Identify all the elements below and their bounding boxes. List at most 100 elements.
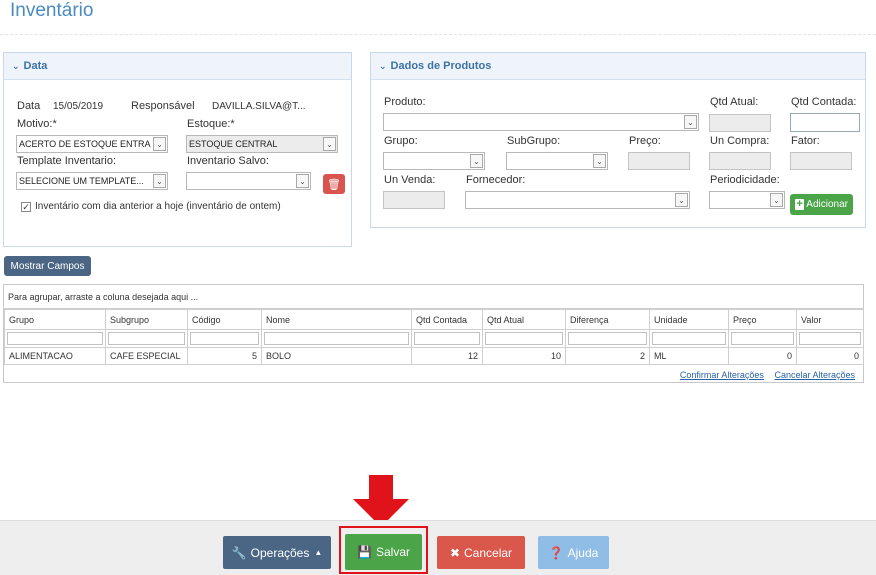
chevron-down-icon: ⌄ bbox=[296, 174, 309, 188]
chevron-down-icon: ⌄ bbox=[675, 193, 688, 207]
adicionar-label: Adicionar bbox=[806, 199, 848, 210]
cell-valor[interactable]: 0 bbox=[796, 347, 864, 365]
filter-input[interactable] bbox=[731, 332, 794, 345]
table-row[interactable]: ALIMENTACAO CAFE ESPECIAL 5 BOLO 12 10 2… bbox=[4, 347, 864, 365]
column-header[interactable]: Subgrupo bbox=[105, 309, 188, 330]
preco-label: Preço: bbox=[629, 135, 661, 147]
chevron-down-icon: ⌄ bbox=[684, 115, 697, 129]
cell-unidade[interactable]: ML bbox=[649, 347, 729, 365]
column-header[interactable]: Diferença bbox=[565, 309, 650, 330]
qtd-contada-input[interactable] bbox=[790, 113, 860, 132]
cell-preco[interactable]: 0 bbox=[728, 347, 797, 365]
filter-input[interactable] bbox=[799, 332, 861, 345]
fator-field bbox=[790, 152, 852, 170]
filter-input[interactable] bbox=[568, 332, 647, 345]
fornecedor-select[interactable]: ⌄ bbox=[465, 191, 690, 209]
page-title: Inventário bbox=[10, 0, 94, 21]
filter-input[interactable] bbox=[652, 332, 726, 345]
mostrar-campos-button[interactable]: Mostrar Campos bbox=[4, 256, 91, 276]
filter-input[interactable] bbox=[414, 332, 480, 345]
filter-input[interactable] bbox=[7, 332, 103, 345]
produtos-panel-title: Dados de Produtos bbox=[390, 60, 492, 72]
confirmar-alteracoes-link[interactable]: Confirmar Alterações bbox=[680, 370, 764, 380]
chevron-down-icon: ⌄ bbox=[323, 137, 336, 151]
inventario-salvo-select[interactable]: ⌄ bbox=[186, 172, 311, 190]
column-header[interactable]: Qtd Contada bbox=[411, 309, 483, 330]
filter-input[interactable] bbox=[264, 332, 409, 345]
produtos-panel-header[interactable]: ⌄ Dados de Produtos bbox=[371, 53, 865, 80]
chevron-down-icon: ⌄ bbox=[153, 174, 166, 188]
operacoes-button[interactable]: 🔧 Operações ▲ bbox=[223, 536, 331, 569]
cell-grupo[interactable]: ALIMENTACAO bbox=[4, 347, 106, 365]
trash-icon: 🗑 bbox=[327, 178, 341, 191]
delete-inventario-button[interactable]: 🗑 bbox=[323, 174, 345, 194]
grid-header-row: Grupo Subgrupo Código Nome Qtd Contada Q… bbox=[4, 309, 864, 330]
chevron-down-icon: ⌄ bbox=[593, 154, 606, 168]
data-label: Data bbox=[17, 100, 41, 112]
cell-subgrupo[interactable]: CAFE ESPECIAL bbox=[105, 347, 188, 365]
template-select[interactable]: SELECIONE UM TEMPLATE... ⌄ bbox=[16, 172, 168, 190]
estoque-select[interactable]: ESTOQUE CENTRAL ⌄ bbox=[186, 135, 338, 153]
subgrupo-select[interactable]: ⌄ bbox=[506, 152, 608, 170]
data-value: 15/05/2019 bbox=[53, 101, 104, 112]
column-header[interactable]: Preço bbox=[728, 309, 797, 330]
data-panel-title: Data bbox=[23, 60, 48, 72]
caret-up-icon: ▲ bbox=[314, 548, 323, 557]
periodicidade-label: Periodicidade: bbox=[710, 174, 780, 186]
column-header[interactable]: Nome bbox=[261, 309, 412, 330]
template-label: Template Inventario: bbox=[17, 155, 117, 167]
cell-qtd-atual[interactable]: 10 bbox=[482, 347, 566, 365]
cell-codigo[interactable]: 5 bbox=[187, 347, 262, 365]
produto-label: Produto: bbox=[384, 96, 426, 108]
column-header[interactable]: Qtd Atual bbox=[482, 309, 566, 330]
responsavel-label: Responsável bbox=[131, 100, 195, 112]
fornecedor-label: Fornecedor: bbox=[466, 174, 526, 186]
column-header[interactable]: Grupo bbox=[4, 309, 106, 330]
ajuda-label: Ajuda bbox=[567, 545, 599, 560]
inventario-salvo-label: Inventario Salvo: bbox=[187, 155, 269, 167]
cell-qtd-contada[interactable]: 12 bbox=[411, 347, 483, 365]
produto-select[interactable]: ⌄ bbox=[383, 113, 699, 131]
chevron-down-icon: ⌄ bbox=[770, 193, 783, 207]
motivo-value: ACERTO DE ESTOQUE ENTRADA bbox=[19, 139, 151, 149]
periodicidade-select[interactable]: ⌄ bbox=[709, 191, 785, 209]
column-header[interactable]: Unidade bbox=[649, 309, 729, 330]
template-value: SELECIONE UM TEMPLATE... bbox=[19, 176, 144, 186]
data-panel-header[interactable]: ⌄ Data bbox=[4, 53, 351, 80]
chevron-down-icon: ⌄ bbox=[153, 137, 166, 151]
cancelar-label: Cancelar bbox=[464, 545, 513, 560]
salvar-label: Salvar bbox=[375, 545, 410, 559]
filter-input[interactable] bbox=[108, 332, 185, 345]
grupo-label: Grupo: bbox=[384, 135, 418, 147]
plus-icon: + bbox=[795, 198, 805, 210]
estoque-value: ESTOQUE CENTRAL bbox=[189, 139, 278, 149]
cancelar-alteracoes-link[interactable]: Cancelar Alterações bbox=[774, 370, 855, 380]
filter-input[interactable] bbox=[190, 332, 259, 345]
fator-label: Fator: bbox=[791, 135, 820, 147]
qtd-atual-label: Qtd Atual: bbox=[710, 96, 759, 108]
group-drop-area[interactable]: Para agrupar, arraste a coluna desejada … bbox=[4, 285, 863, 309]
column-header[interactable]: Valor bbox=[796, 309, 864, 330]
chevron-down-icon: ⌄ bbox=[470, 154, 483, 168]
un-compra-field bbox=[709, 152, 771, 170]
column-header[interactable]: Código bbox=[187, 309, 262, 330]
cell-nome[interactable]: BOLO bbox=[261, 347, 412, 365]
help-icon: ❓ bbox=[548, 545, 564, 560]
ajuda-button[interactable]: ❓ Ajuda bbox=[538, 536, 609, 569]
title-divider bbox=[0, 34, 876, 35]
adicionar-button[interactable]: + Adicionar bbox=[790, 194, 853, 215]
grupo-select[interactable]: ⌄ bbox=[383, 152, 485, 170]
operacoes-label: Operações bbox=[250, 545, 310, 560]
grid-filter-row bbox=[4, 329, 864, 348]
responsavel-value: DAVILLA.SILVA@T... bbox=[212, 101, 306, 112]
cell-diferenca[interactable]: 2 bbox=[565, 347, 650, 365]
inventory-grid: Para agrupar, arraste a coluna desejada … bbox=[3, 284, 864, 383]
preco-field bbox=[628, 152, 690, 170]
salvar-button[interactable]: 💾 Salvar bbox=[345, 534, 422, 570]
cancelar-button[interactable]: ✖ Cancelar bbox=[437, 536, 525, 569]
un-venda-field bbox=[383, 191, 445, 209]
filter-input[interactable] bbox=[485, 332, 563, 345]
motivo-select[interactable]: ACERTO DE ESTOQUE ENTRADA ⌄ bbox=[16, 135, 168, 153]
chevron-down-icon: ⌄ bbox=[379, 60, 387, 71]
inventario-ontem-checkbox[interactable]: ✓ bbox=[21, 202, 31, 212]
